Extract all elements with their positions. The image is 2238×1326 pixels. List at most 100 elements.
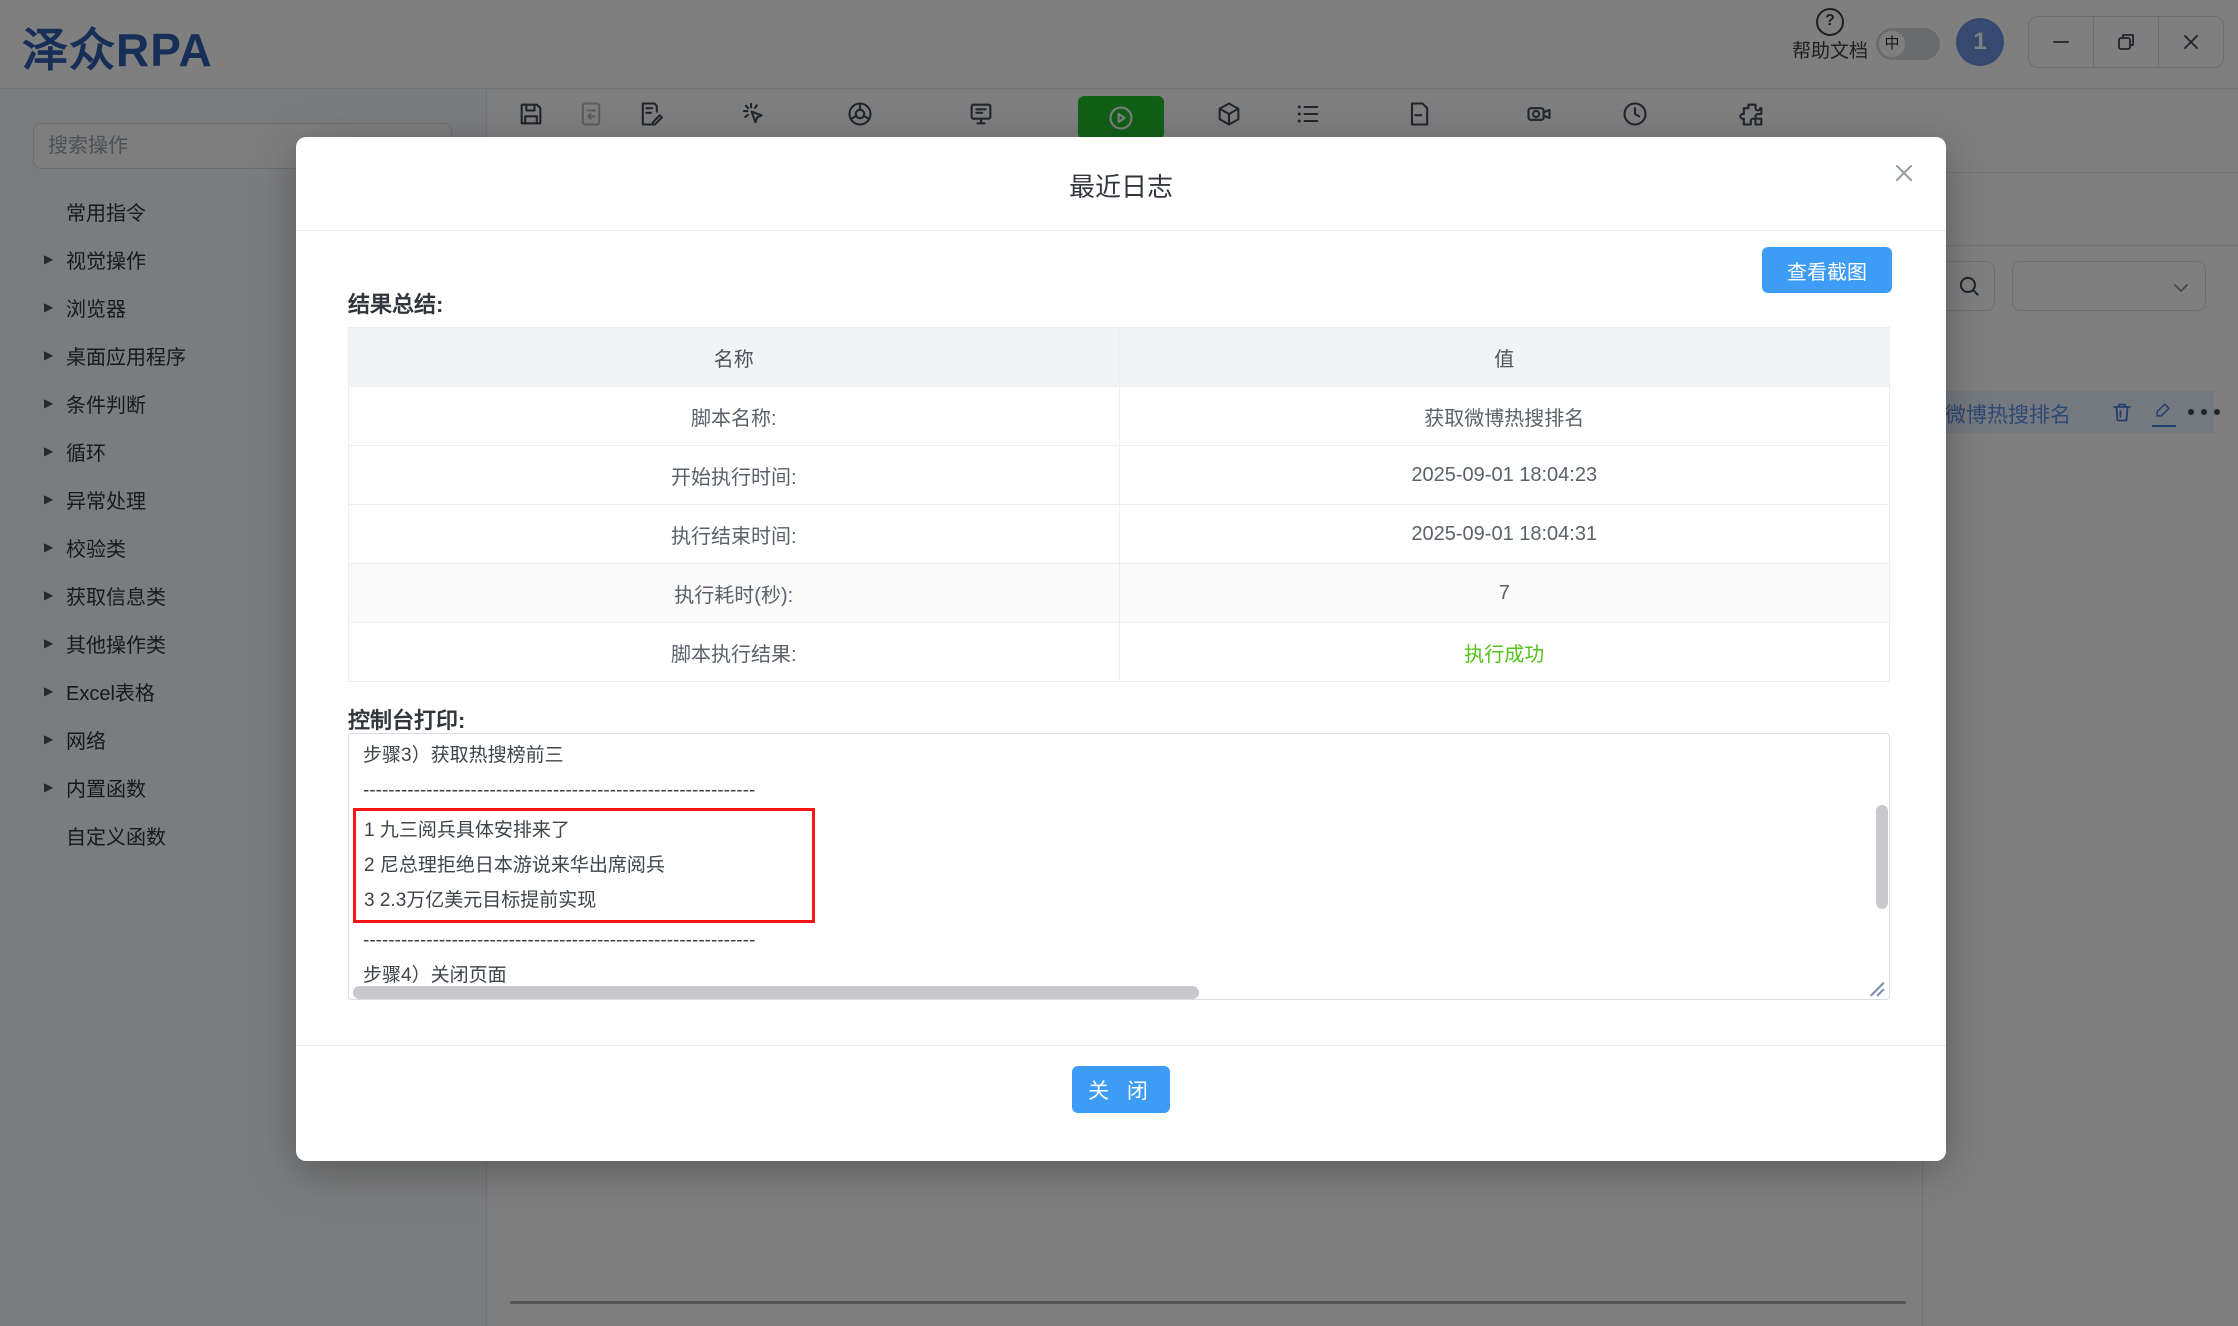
restore-button[interactable] xyxy=(2094,17,2159,67)
more-actions-icon[interactable] xyxy=(2188,409,2222,415)
table-row: 脚本名称: 获取微博热搜排名 xyxy=(349,387,1890,446)
hot-search-2: 2 尼总理拒绝日本游说来华出席阅兵 xyxy=(364,848,812,883)
view-screenshot-button[interactable]: 查看截图 xyxy=(1762,247,1892,293)
edit-pencil-icon[interactable] xyxy=(2152,400,2176,427)
chevron-right-icon xyxy=(44,540,66,554)
row-value: 获取微博热搜排名 xyxy=(1119,387,1890,446)
app-logo: 泽众RPA xyxy=(22,14,213,80)
table-header-row: 名称 值 xyxy=(349,328,1890,387)
pick-element-button[interactable] xyxy=(740,100,768,128)
console-line-step3: 步骤3）获取热搜榜前三 xyxy=(363,738,1875,773)
log-file-button[interactable] xyxy=(1405,100,1433,128)
desktop-recorder-button[interactable] xyxy=(967,100,995,128)
restore-icon xyxy=(2114,30,2138,54)
chevron-right-icon xyxy=(44,492,66,506)
file-icon xyxy=(1405,100,1433,128)
console-horizontal-scrollbar[interactable] xyxy=(353,986,1199,999)
record-video-button[interactable] xyxy=(1525,100,1553,128)
divider xyxy=(1923,245,2238,246)
help-docs-button[interactable]: 帮助文档 xyxy=(1786,8,1874,63)
app-screen: 泽众RPA 帮助文档 中 1 常用指令 视觉操作 浏览器 桌面应用程序 xyxy=(0,0,2238,1326)
canvas-scrollbar[interactable] xyxy=(510,1301,1906,1304)
script-filter-select[interactable] xyxy=(2012,261,2206,311)
console-output[interactable]: 步骤3）获取热搜榜前三 ----------------------------… xyxy=(348,733,1890,1000)
history-clock-icon xyxy=(1621,100,1649,128)
divider xyxy=(296,230,1946,231)
table-row: 执行结束时间: 2025-09-01 18:04:31 xyxy=(349,505,1890,564)
camera-icon xyxy=(1525,100,1553,128)
chevron-right-icon xyxy=(44,780,66,794)
save-button[interactable] xyxy=(517,100,545,128)
revert-button[interactable] xyxy=(577,100,605,128)
chevron-right-icon xyxy=(44,444,66,458)
row-value: 2025-09-01 18:04:23 xyxy=(1119,446,1890,505)
result-summary-table: 名称 值 脚本名称: 获取微博热搜排名 开始执行时间: 2025-09-01 1… xyxy=(348,327,1890,682)
cube-icon xyxy=(1215,100,1243,128)
monitor-icon xyxy=(967,100,995,128)
execution-success-status: 执行成功 xyxy=(1119,623,1890,682)
row-name: 执行耗时(秒): xyxy=(349,564,1120,623)
pencil-icon xyxy=(2152,400,2174,420)
script-edit-icon xyxy=(637,100,665,128)
console-print-label: 控制台打印: xyxy=(348,703,465,735)
modal-title: 最近日志 xyxy=(296,167,1946,204)
chevron-right-icon xyxy=(44,348,66,362)
list-icon xyxy=(1294,100,1322,128)
app-header: 泽众RPA 帮助文档 中 1 xyxy=(0,0,2238,89)
recent-log-modal: 最近日志 查看截图 结果总结: 名称 值 脚本名称: 获取微博热搜排名 开始执行… xyxy=(296,137,1946,1161)
edit-script-button[interactable] xyxy=(637,100,665,128)
console-divider: ----------------------------------------… xyxy=(363,773,1875,808)
language-toggle-knob: 中 xyxy=(1879,31,1905,57)
toolbar xyxy=(488,89,2238,139)
play-circle-icon xyxy=(1107,104,1135,132)
close-icon xyxy=(1890,159,1918,187)
hot-search-3: 3 2.3万亿美元目标提前实现 xyxy=(364,883,812,918)
row-name: 开始执行时间: xyxy=(349,446,1120,505)
help-docs-label: 帮助文档 xyxy=(1792,41,1868,62)
console-vertical-scrollbar[interactable] xyxy=(1876,805,1888,909)
col-name-header: 名称 xyxy=(349,328,1120,387)
close-modal-button[interactable]: 关 闭 xyxy=(1072,1066,1170,1113)
search-icon xyxy=(1956,273,1982,299)
browser-chrome-button[interactable] xyxy=(846,100,874,128)
chevron-right-icon xyxy=(44,252,66,266)
table-row: 执行耗时(秒): 7 xyxy=(349,564,1890,623)
minimize-icon xyxy=(2049,30,2073,54)
divider xyxy=(296,1045,1946,1046)
col-value-header: 值 xyxy=(1119,328,1890,387)
cursor-click-icon xyxy=(740,100,768,128)
chevron-right-icon xyxy=(44,588,66,602)
divider xyxy=(1923,172,2238,173)
chevron-right-icon xyxy=(44,636,66,650)
close-icon xyxy=(2179,30,2203,54)
history-button[interactable] xyxy=(1621,100,1649,128)
chevron-right-icon xyxy=(44,396,66,410)
result-summary-label: 结果总结: xyxy=(348,287,443,319)
save-icon xyxy=(517,100,545,128)
script-list-panel: 获取微博热搜排名 xyxy=(1923,139,2238,1326)
console-divider: ----------------------------------------… xyxy=(363,923,1875,958)
chrome-icon xyxy=(846,100,874,128)
trash-icon[interactable] xyxy=(2110,400,2134,424)
package-button[interactable] xyxy=(1215,100,1243,128)
chevron-right-icon xyxy=(44,732,66,746)
question-circle-icon xyxy=(1816,8,1844,36)
hot-search-1: 1 九三阅兵具体安排来了 xyxy=(364,813,812,848)
language-toggle[interactable]: 中 xyxy=(1876,28,1940,60)
chevron-down-icon xyxy=(2169,276,2193,300)
table-row: 开始执行时间: 2025-09-01 18:04:23 xyxy=(349,446,1890,505)
row-value: 7 xyxy=(1119,564,1890,623)
user-avatar[interactable]: 1 xyxy=(1956,18,2004,66)
resize-grip-icon[interactable] xyxy=(1864,976,1886,998)
close-window-button[interactable] xyxy=(2159,17,2223,67)
task-list-button[interactable] xyxy=(1294,100,1322,128)
row-value: 2025-09-01 18:04:31 xyxy=(1119,505,1890,564)
run-script-button[interactable] xyxy=(1078,96,1164,139)
revert-icon xyxy=(577,100,605,128)
plugin-button[interactable] xyxy=(1738,100,1766,128)
modal-close-button[interactable] xyxy=(1890,159,1918,187)
minimize-button[interactable] xyxy=(2029,17,2094,67)
chevron-right-icon xyxy=(44,300,66,314)
row-name: 执行结束时间: xyxy=(349,505,1120,564)
window-controls xyxy=(2028,16,2224,68)
